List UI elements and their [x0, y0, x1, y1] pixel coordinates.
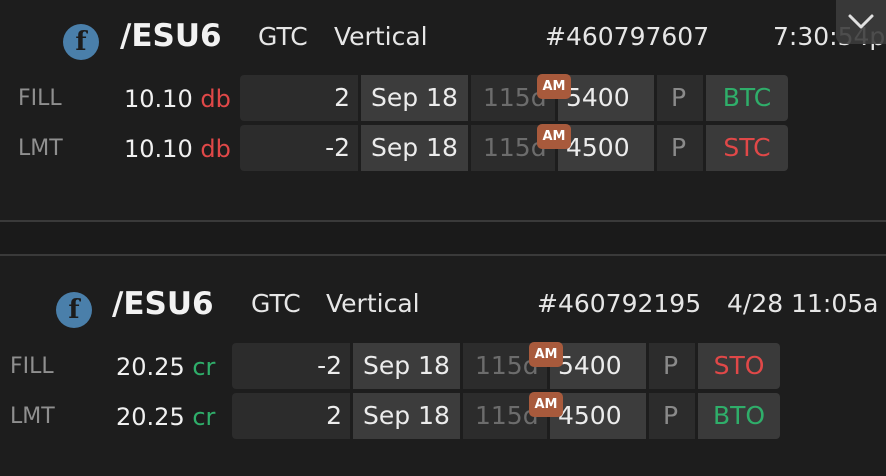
chevron-down-icon: [848, 14, 874, 29]
order-card[interactable]: f /ESU6 GTC Vertical #460792195 4/28 11:…: [0, 256, 886, 476]
leg-expiration: Sep 18: [361, 125, 468, 171]
leg-expiration: Sep 18: [353, 343, 460, 389]
order-symbol: /ESU6: [112, 286, 214, 322]
am-badge: AM: [537, 74, 571, 99]
order-strategy: Vertical: [334, 22, 428, 51]
order-symbol: /ESU6: [120, 18, 222, 54]
order-id: #460797607: [545, 22, 710, 51]
leg-action: STC: [706, 125, 788, 171]
leg-strike: 5400: [558, 75, 654, 121]
row-label: LMT: [18, 136, 63, 161]
order-tif: GTC: [251, 289, 301, 318]
order-price: 20.25 cr: [116, 353, 216, 381]
leg-quantity: -2: [232, 343, 350, 389]
price-type: cr: [192, 353, 216, 381]
leg-action: STO: [698, 343, 780, 389]
order-card[interactable]: f /ESU6 GTC Vertical #460797607 7:30:54p…: [0, 0, 886, 220]
am-badge: AM: [529, 342, 563, 367]
leg-put-call: P: [649, 393, 695, 439]
order-tif: GTC: [258, 22, 308, 51]
leg-put-call: P: [657, 75, 703, 121]
price-type: cr: [192, 403, 216, 431]
price-type: db: [200, 135, 231, 163]
row-label: FILL: [10, 354, 54, 379]
leg-quantity: 2: [240, 75, 358, 121]
collapse-button[interactable]: [836, 0, 886, 44]
leg-put-call: P: [657, 125, 703, 171]
leg-expiration: Sep 18: [361, 75, 468, 121]
leg-action: BTC: [706, 75, 788, 121]
card-gap: [0, 222, 886, 255]
leg-action: BTO: [698, 393, 780, 439]
row-label: FILL: [18, 86, 62, 111]
order-price: 10.10 db: [124, 85, 231, 113]
leg-strike: 4500: [550, 393, 646, 439]
leg-quantity: -2: [240, 125, 358, 171]
leg-quantity: 2: [232, 393, 350, 439]
leg-expiration: Sep 18: [353, 393, 460, 439]
futures-icon: f: [56, 292, 92, 328]
leg-put-call: P: [649, 343, 695, 389]
row-label: LMT: [10, 404, 55, 429]
leg-strike: 5400: [550, 343, 646, 389]
am-badge: AM: [529, 392, 563, 417]
order-time: 4/28 11:05a: [727, 289, 879, 318]
order-id: #460792195: [537, 289, 702, 318]
order-price: 20.25 cr: [116, 403, 216, 431]
order-price: 10.10 db: [124, 135, 231, 163]
price-type: db: [200, 85, 231, 113]
am-badge: AM: [537, 124, 571, 149]
order-strategy: Vertical: [326, 289, 420, 318]
futures-icon: f: [63, 24, 99, 60]
leg-strike: 4500: [558, 125, 654, 171]
